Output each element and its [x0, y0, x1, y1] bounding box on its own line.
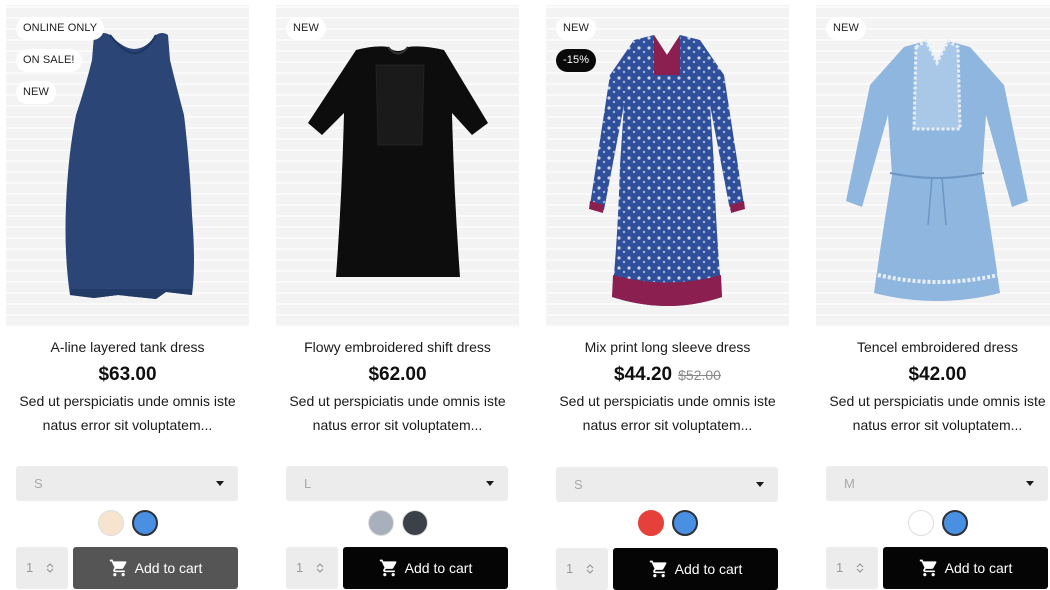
- product-image[interactable]: ONLINE ONLY ON SALE! NEW: [6, 5, 249, 327]
- product-description: Sed ut perspiciatis unde omnis iste natu…: [19, 393, 236, 433]
- add-to-cart-label: Add to cart: [134, 560, 203, 576]
- badge-group: NEW: [286, 17, 326, 40]
- price-row: $44.20 $52.00: [546, 364, 789, 386]
- size-select[interactable]: S: [16, 466, 238, 501]
- product-price: $62.00: [368, 364, 427, 385]
- quantity-value: 1: [566, 561, 574, 576]
- size-select-value: L: [304, 476, 312, 491]
- badge-discount: -15%: [556, 49, 597, 72]
- badge-group: NEW: [826, 17, 866, 40]
- quantity-value: 1: [836, 560, 844, 575]
- badge-group: NEW -15%: [556, 17, 597, 72]
- product-old-price: $52.00: [678, 367, 721, 383]
- price-row: $62.00: [276, 364, 519, 386]
- badge-group: ONLINE ONLY ON SALE! NEW: [16, 17, 105, 104]
- add-to-cart-button[interactable]: Add to cart: [613, 548, 778, 590]
- chevron-down-icon: [216, 481, 224, 486]
- add-to-cart-button[interactable]: Add to cart: [343, 547, 508, 589]
- quantity-stepper[interactable]: 1: [286, 547, 338, 589]
- color-swatch-selected[interactable]: [941, 510, 968, 536]
- quantity-value: 1: [296, 560, 304, 575]
- product-image[interactable]: NEW -15%: [546, 5, 789, 327]
- size-select[interactable]: L: [286, 466, 508, 501]
- spinner-icon[interactable]: [46, 562, 54, 574]
- product-price: $42.00: [908, 364, 967, 385]
- quantity-stepper[interactable]: 1: [826, 547, 878, 589]
- product-description: Sed ut perspiciatis unde omnis iste natu…: [289, 393, 506, 433]
- chevron-down-icon: [756, 482, 764, 487]
- product-title[interactable]: Tencel embroidered dress: [816, 339, 1050, 355]
- size-select[interactable]: S: [556, 467, 778, 502]
- add-to-cart-button[interactable]: Add to cart: [883, 547, 1048, 589]
- product-title[interactable]: Flowy embroidered shift dress: [276, 339, 519, 355]
- color-swatches: [546, 510, 789, 536]
- quantity-stepper[interactable]: 1: [556, 548, 608, 590]
- add-to-cart-label: Add to cart: [404, 560, 473, 576]
- spinner-icon[interactable]: [586, 563, 594, 575]
- color-swatch[interactable]: [97, 510, 124, 536]
- chevron-down-icon: [1026, 481, 1034, 486]
- size-select-value: S: [34, 476, 43, 491]
- badge-on-sale: ON SALE!: [16, 49, 82, 72]
- product-title[interactable]: A-line layered tank dress: [6, 339, 249, 355]
- color-swatch-selected[interactable]: [131, 510, 158, 536]
- color-swatch-selected[interactable]: [671, 510, 698, 536]
- spinner-icon[interactable]: [856, 562, 864, 574]
- product-image[interactable]: NEW: [816, 5, 1050, 327]
- size-select[interactable]: M: [826, 466, 1048, 501]
- price-row: $63.00: [6, 364, 249, 386]
- price-row: $42.00: [816, 364, 1050, 386]
- chevron-down-icon: [486, 481, 494, 486]
- product-description: Sed ut perspiciatis unde omnis iste natu…: [559, 393, 776, 433]
- product-card: NEW -15% Mix print long sleeve dress $44…: [546, 0, 789, 590]
- badge-new: NEW: [16, 81, 56, 104]
- add-to-cart-label: Add to cart: [944, 560, 1013, 576]
- color-swatches: [816, 510, 1050, 536]
- black-shift-dress-image: [308, 46, 488, 277]
- color-swatch[interactable]: [907, 510, 934, 536]
- color-swatch[interactable]: [401, 510, 428, 536]
- size-select-value: M: [844, 476, 855, 491]
- product-description: Sed ut perspiciatis unde omnis iste natu…: [829, 393, 1046, 433]
- badge-new: NEW: [286, 17, 326, 40]
- cart-icon: [919, 559, 937, 577]
- quantity-value: 1: [26, 560, 34, 575]
- color-swatch[interactable]: [637, 510, 664, 536]
- color-swatches: [276, 510, 519, 536]
- badge-online-only: ONLINE ONLY: [16, 17, 105, 40]
- product-card: NEW Tencel embroidered dress $42.00 Sed …: [816, 0, 1050, 590]
- spinner-icon[interactable]: [316, 562, 324, 574]
- cart-icon: [649, 560, 667, 578]
- product-card: ONLINE ONLY ON SALE! NEW A-line layered …: [6, 0, 249, 590]
- color-swatch[interactable]: [367, 510, 394, 536]
- add-to-cart-label: Add to cart: [674, 561, 743, 577]
- size-select-value: S: [574, 477, 583, 492]
- product-grid: ONLINE ONLY ON SALE! NEW A-line layered …: [0, 0, 1050, 590]
- product-price: $63.00: [98, 364, 157, 385]
- color-swatches: [6, 510, 249, 536]
- cart-icon: [109, 559, 127, 577]
- product-title[interactable]: Mix print long sleeve dress: [546, 339, 789, 355]
- cart-icon: [379, 559, 397, 577]
- product-card: NEW Flowy embroidered shift dress $62.00…: [276, 0, 519, 590]
- badge-new: NEW: [826, 17, 866, 40]
- product-image[interactable]: NEW: [276, 5, 519, 327]
- product-price: $44.20: [614, 364, 673, 385]
- badge-new: NEW: [556, 17, 596, 40]
- quantity-stepper[interactable]: 1: [16, 547, 68, 589]
- light-blue-embroidered-dress-image: [846, 38, 1028, 301]
- add-to-cart-button[interactable]: Add to cart: [73, 547, 238, 589]
